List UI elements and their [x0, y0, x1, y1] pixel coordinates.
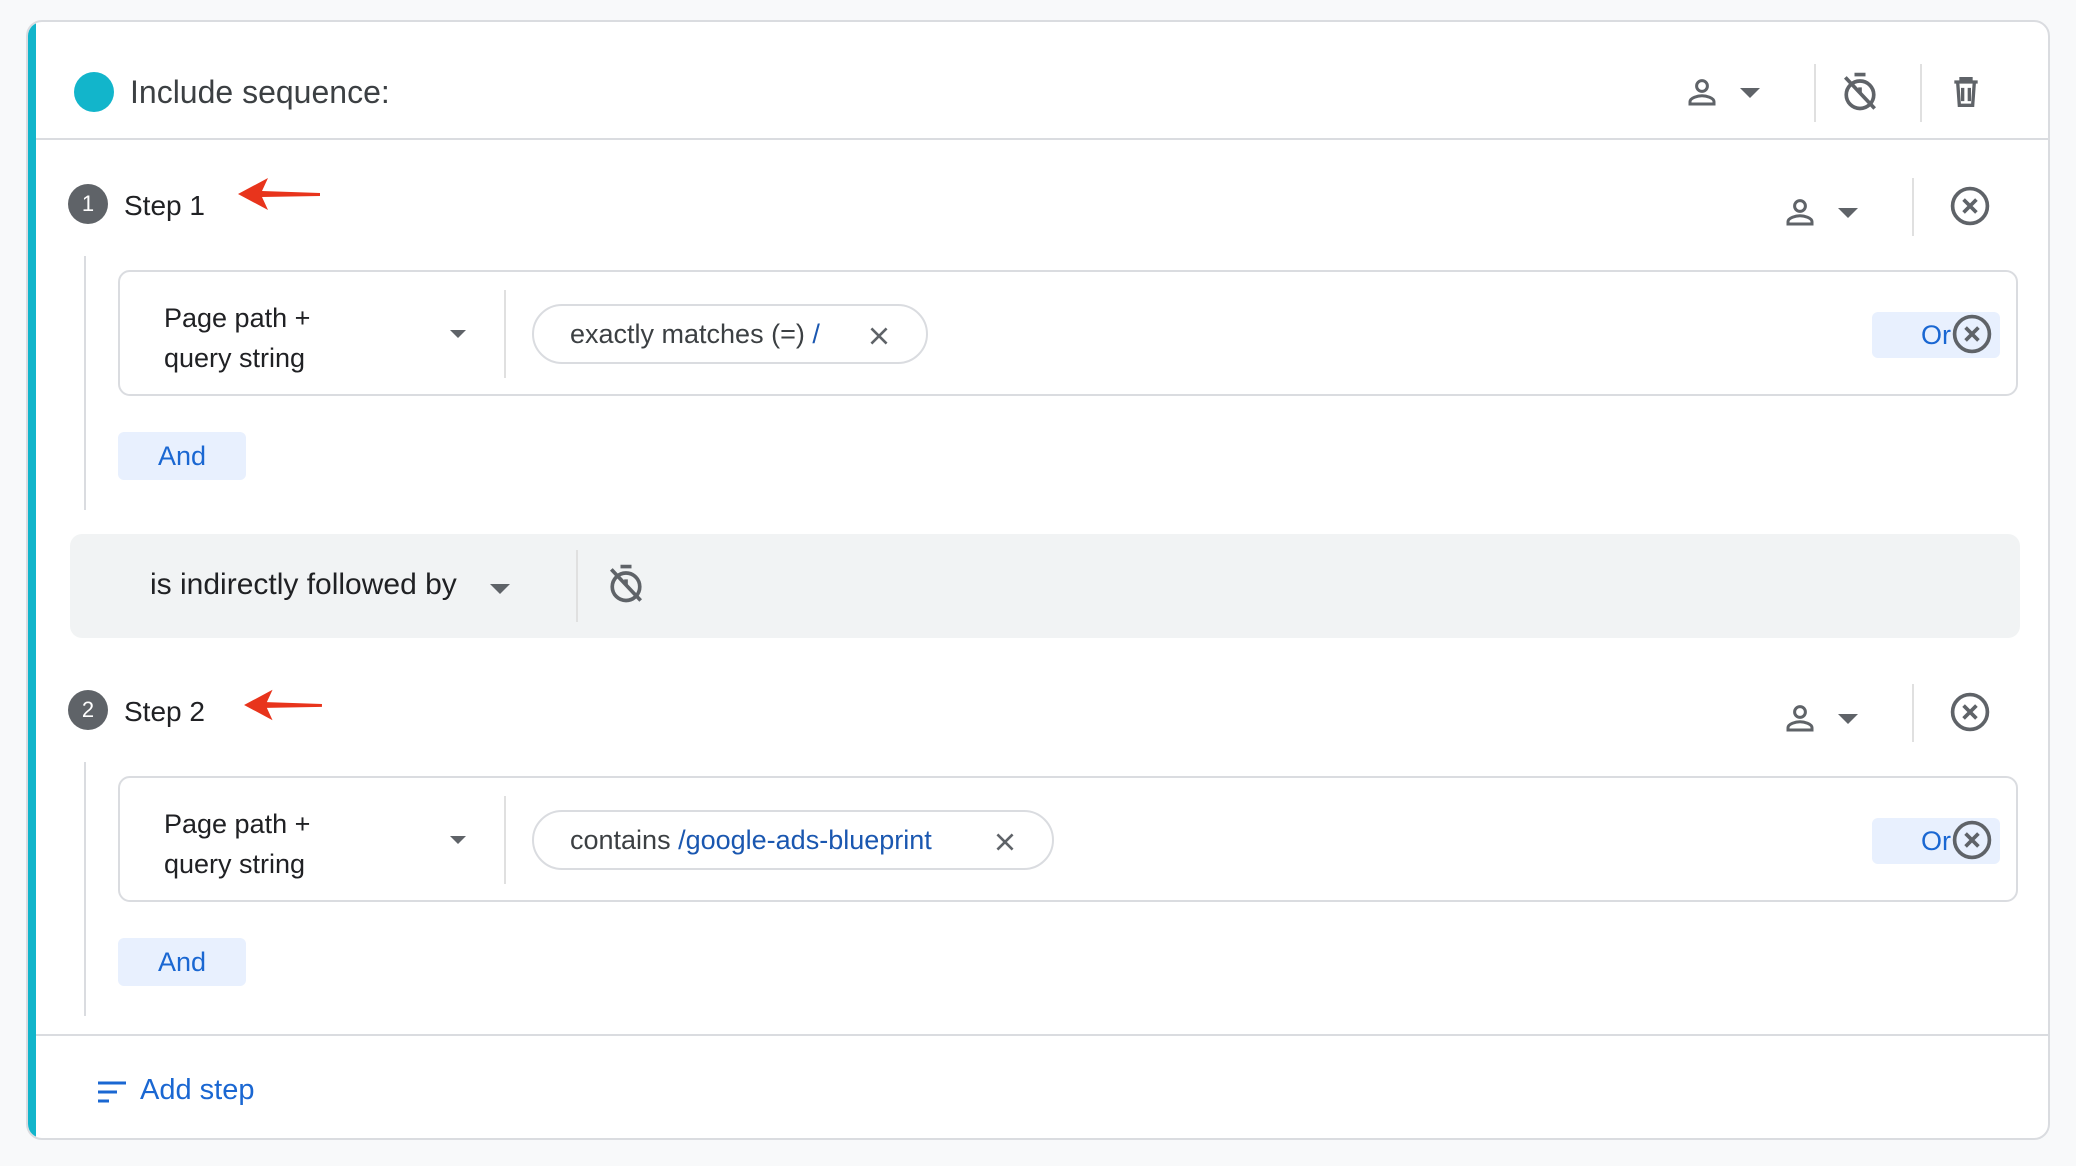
divider [1920, 64, 1922, 122]
close-circle-icon[interactable] [1950, 818, 1994, 862]
dimension-select-label[interactable]: Page path + query string [164, 804, 354, 884]
step-number-badge: 1 [68, 184, 108, 224]
add-step-label: Add step [140, 1074, 255, 1106]
red-arrow-icon [244, 689, 322, 721]
close-icon[interactable] [992, 829, 1018, 855]
sequence-title: Include sequence: [130, 74, 390, 110]
condition-chip[interactable]: contains /google-ads-blueprint [532, 810, 1054, 870]
step-title: Step 1 [124, 190, 205, 221]
add-step-button[interactable]: Add step [76, 1056, 316, 1126]
chevron-down-icon [1838, 714, 1858, 724]
condition-operator: exactly matches (=) [570, 319, 805, 349]
step-number-badge: 2 [68, 690, 108, 730]
and-button[interactable]: And [118, 432, 246, 480]
sequence-accent-bar [28, 22, 36, 1138]
step-scope-dropdown[interactable] [1782, 694, 1872, 744]
sequence-footer: Add step [36, 1034, 2048, 1138]
sort-lines-icon [98, 1081, 126, 1103]
divider [1912, 178, 1914, 236]
timer-off-icon[interactable] [1838, 70, 1882, 114]
chevron-down-icon[interactable] [490, 584, 510, 594]
divider [504, 290, 506, 378]
follow-type-select[interactable]: is indirectly followed by [150, 568, 457, 602]
divider [576, 550, 578, 622]
close-circle-icon[interactable] [1950, 312, 1994, 356]
person-icon [1786, 199, 1814, 226]
condition-value: / [812, 319, 820, 349]
divider [504, 796, 506, 884]
divider [1814, 64, 1816, 122]
and-button[interactable]: And [118, 938, 246, 986]
close-circle-icon[interactable] [1948, 690, 1992, 734]
close-icon[interactable] [866, 323, 892, 349]
close-circle-icon[interactable] [1948, 184, 1992, 228]
step-title: Step 2 [124, 696, 205, 727]
person-icon [1786, 705, 1814, 732]
person-icon [1688, 79, 1716, 106]
chevron-down-icon[interactable] [450, 330, 466, 338]
timer-off-icon[interactable] [604, 562, 648, 606]
condition-value: /google-ads-blueprint [678, 825, 932, 855]
step-connector-line [84, 256, 86, 510]
red-arrow-icon [238, 178, 320, 210]
chevron-down-icon [1838, 208, 1858, 218]
sequence-scope-dropdown[interactable] [1684, 68, 1774, 118]
condition-row: Page path + query string contains /googl… [118, 776, 2018, 902]
sequence-card: Include sequence: 1 Step 1 Page path + q… [26, 20, 2050, 1140]
sequence-color-dot [74, 72, 114, 112]
chevron-down-icon[interactable] [450, 836, 466, 844]
condition-chip[interactable]: exactly matches (=) / [532, 304, 928, 364]
condition-row: Page path + query string exactly matches… [118, 270, 2018, 396]
divider [1912, 684, 1914, 742]
sequence-operator-bar: is indirectly followed by [70, 534, 2020, 638]
sequence-header: Include sequence: [36, 22, 2048, 140]
step-scope-dropdown[interactable] [1782, 188, 1872, 238]
trash-icon[interactable] [1946, 70, 1986, 114]
condition-operator: contains [570, 825, 671, 855]
step-connector-line [84, 762, 86, 1016]
dimension-select-label[interactable]: Page path + query string [164, 298, 354, 378]
chevron-down-icon [1740, 88, 1760, 98]
